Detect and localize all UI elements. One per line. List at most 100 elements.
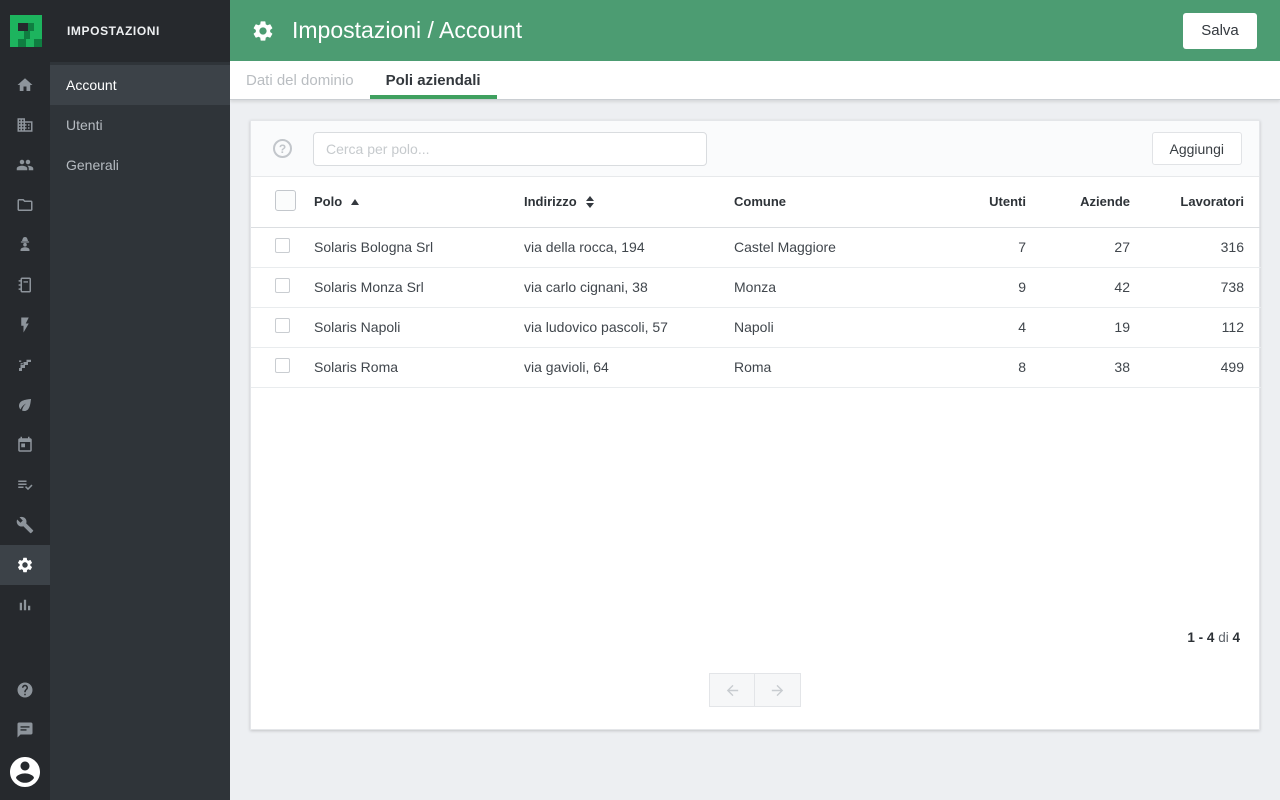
table-header-row: Polo Indirizzo Comune Utenti Aziende Lav… bbox=[251, 177, 1261, 228]
row-checkbox[interactable] bbox=[275, 238, 290, 253]
sidebar-item-registry[interactable] bbox=[0, 265, 50, 305]
column-label: Comune bbox=[734, 194, 786, 210]
cell-utenti: 8 bbox=[934, 347, 1026, 388]
save-button[interactable]: Salva bbox=[1183, 12, 1257, 49]
pagination-info: 1 - 4 di 4 bbox=[1187, 630, 1240, 645]
worker-icon bbox=[20, 236, 30, 251]
sidebar-item-reports[interactable] bbox=[0, 585, 50, 625]
stairs-icon bbox=[19, 359, 31, 371]
column-label: Polo bbox=[314, 194, 343, 210]
cell-comune: Napoli bbox=[734, 307, 934, 348]
sidebar-item-requests[interactable] bbox=[0, 465, 50, 505]
row-checkbox[interactable] bbox=[275, 278, 290, 293]
cell-lavoratori: 738 bbox=[1130, 267, 1261, 308]
notebook-icon bbox=[18, 277, 31, 293]
table-row[interactable]: Solaris Bologna Srl via della rocca, 194… bbox=[251, 227, 1261, 268]
submenu-item-label: Generali bbox=[66, 157, 119, 173]
cell-aziende: 19 bbox=[1026, 307, 1130, 348]
pagination-range: 1 - 4 bbox=[1187, 630, 1215, 645]
cell-indirizzo: via della rocca, 194 bbox=[524, 227, 734, 268]
building-icon bbox=[17, 118, 33, 132]
poli-aziendali-card: ? Aggiungi Polo Indirizzo Comune Utenti … bbox=[250, 120, 1261, 730]
row-checkbox[interactable] bbox=[275, 318, 290, 333]
poli-table: Polo Indirizzo Comune Utenti Aziende Lav… bbox=[251, 177, 1261, 388]
submenu-item-generali[interactable]: Generali bbox=[50, 145, 230, 185]
cell-aziende: 38 bbox=[1026, 347, 1130, 388]
help-circle-icon[interactable]: ? bbox=[273, 139, 292, 158]
table-row[interactable]: Solaris Roma via gavioli, 64 Roma 8 38 4… bbox=[251, 347, 1261, 388]
column-header-polo[interactable]: Polo bbox=[314, 177, 524, 228]
tab-poli-aziendali[interactable]: Poli aziendali bbox=[369, 61, 497, 99]
sidebar-item-calendar[interactable] bbox=[0, 425, 50, 465]
sidebar-item-companies[interactable] bbox=[0, 105, 50, 145]
column-label: Indirizzo bbox=[524, 194, 577, 210]
wrench-icon bbox=[16, 516, 34, 534]
cell-lavoratori: 112 bbox=[1130, 307, 1261, 348]
column-header-indirizzo[interactable]: Indirizzo bbox=[524, 177, 734, 228]
app-logo-icon[interactable] bbox=[10, 15, 42, 47]
sidebar-item-home[interactable] bbox=[0, 65, 50, 105]
table-row[interactable]: Solaris Monza Srl via carlo cignani, 38 … bbox=[251, 267, 1261, 308]
sidebar-item-activities[interactable] bbox=[0, 305, 50, 345]
cell-indirizzo: via ludovico pascoli, 57 bbox=[524, 307, 734, 348]
sidebar-item-welfare[interactable] bbox=[0, 385, 50, 425]
cell-polo: Solaris Roma bbox=[314, 347, 524, 388]
cell-aziende: 42 bbox=[1026, 267, 1130, 308]
sidebar-item-documents[interactable] bbox=[0, 185, 50, 225]
pagination-total: 4 bbox=[1232, 630, 1240, 645]
sort-both-icon bbox=[585, 195, 594, 208]
sidebar-item-users[interactable] bbox=[0, 145, 50, 185]
bar-chart-icon bbox=[19, 599, 31, 611]
cell-utenti: 9 bbox=[934, 267, 1026, 308]
column-header-comune[interactable]: Comune bbox=[734, 177, 934, 228]
column-header-aziende[interactable]: Aziende bbox=[1026, 177, 1130, 228]
tab-label: Poli aziendali bbox=[385, 71, 481, 89]
active-tab-indicator bbox=[369, 95, 497, 99]
settings-gear-icon bbox=[253, 20, 273, 41]
page-title: Impostazioni / Account bbox=[292, 17, 523, 43]
user-avatar[interactable] bbox=[0, 750, 50, 794]
checklist-icon bbox=[18, 480, 33, 491]
column-header-lavoratori[interactable]: Lavoratori bbox=[1130, 177, 1261, 228]
folder-icon bbox=[17, 199, 33, 211]
next-page-button[interactable] bbox=[755, 673, 801, 707]
add-button[interactable]: Aggiungi bbox=[1151, 132, 1242, 165]
cell-indirizzo: via gavioli, 64 bbox=[524, 347, 734, 388]
cell-utenti: 4 bbox=[934, 307, 1026, 348]
tab-bar: Dati del dominio Poli aziendali bbox=[230, 61, 1280, 100]
sidebar-item-tools[interactable] bbox=[0, 505, 50, 545]
submenu-item-label: Account bbox=[66, 77, 117, 93]
column-header-utenti[interactable]: Utenti bbox=[934, 177, 1026, 228]
tab-dati-del-dominio[interactable]: Dati del dominio bbox=[230, 61, 370, 99]
home-icon bbox=[17, 78, 33, 91]
row-checkbox[interactable] bbox=[275, 358, 290, 373]
help-icon bbox=[17, 682, 33, 698]
lightning-icon bbox=[21, 317, 29, 333]
calendar-icon bbox=[18, 436, 32, 452]
submenu-item-utenti[interactable]: Utenti bbox=[50, 105, 230, 145]
search-input[interactable] bbox=[313, 131, 707, 166]
table-row[interactable]: Solaris Napoli via ludovico pascoli, 57 … bbox=[251, 307, 1261, 348]
leaf-icon bbox=[18, 399, 31, 411]
cell-lavoratori: 316 bbox=[1130, 227, 1261, 268]
sidebar-item-feedback[interactable] bbox=[0, 710, 50, 750]
sidebar-item-career[interactable] bbox=[0, 345, 50, 385]
avatar-icon bbox=[10, 757, 40, 787]
submenu-item-account[interactable]: Account bbox=[50, 65, 230, 105]
sidebar-item-help[interactable] bbox=[0, 670, 50, 710]
sidebar-item-settings[interactable] bbox=[0, 545, 50, 585]
brand-header: IMPOSTAZIONI bbox=[0, 0, 230, 62]
pagination-separator: di bbox=[1218, 630, 1229, 645]
table-toolbar: ? Aggiungi bbox=[251, 121, 1259, 177]
page-header: Impostazioni / Account Salva bbox=[230, 0, 1280, 61]
select-all-checkbox[interactable] bbox=[275, 189, 296, 211]
sort-asc-icon bbox=[351, 198, 360, 205]
prev-page-button[interactable] bbox=[709, 673, 755, 707]
cell-lavoratori: 499 bbox=[1130, 347, 1261, 388]
cell-comune: Castel Maggiore bbox=[734, 227, 934, 268]
arrow-right-icon bbox=[771, 684, 784, 696]
column-label: Lavoratori bbox=[1180, 194, 1244, 210]
sidebar-item-workers[interactable] bbox=[0, 225, 50, 265]
people-icon bbox=[16, 159, 34, 171]
submenu-item-label: Utenti bbox=[66, 117, 103, 133]
